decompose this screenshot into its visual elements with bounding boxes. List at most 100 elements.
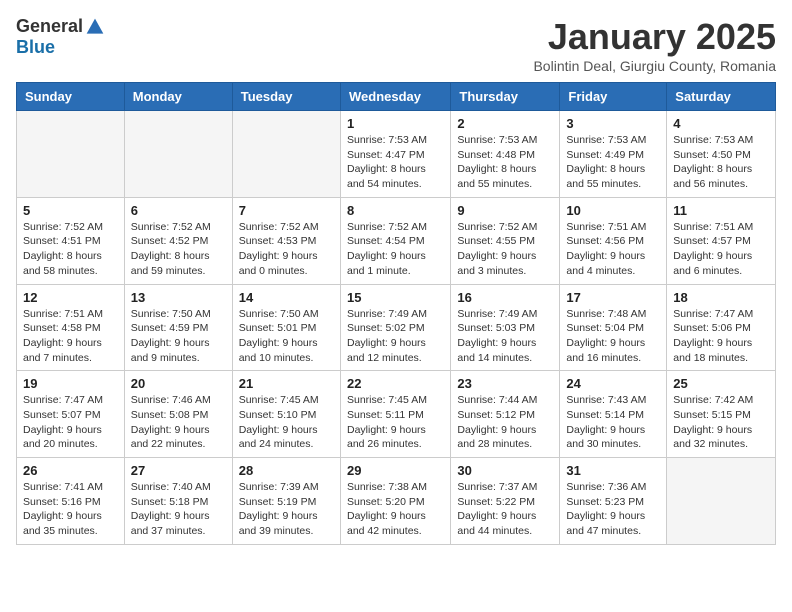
- calendar-cell: 16 Sunrise: 7:49 AM Sunset: 5:03 PM Dayli…: [451, 284, 560, 371]
- day-info: Sunrise: 7:52 AM Sunset: 4:55 PM Dayligh…: [457, 220, 553, 279]
- calendar-cell: 18Sunrise: 7:47 AM Sunset: 5:06 PM Dayli…: [667, 284, 776, 371]
- day-header-friday: Friday: [560, 83, 667, 111]
- day-info: Sunrise: 7:36 AM Sunset: 5:23 PM Dayligh…: [566, 480, 660, 539]
- calendar-header-row: SundayMondayTuesdayWednesdayThursdayFrid…: [17, 83, 776, 111]
- calendar-cell: 1 Sunrise: 7:53 AM Sunset: 4:47 PM Daylig…: [340, 111, 450, 198]
- day-info: Sunrise: 7:37 AM Sunset: 5:22 PM Dayligh…: [457, 480, 553, 539]
- logo-blue: Blue: [16, 37, 55, 58]
- day-number: 13: [131, 290, 226, 305]
- calendar-cell: 31 Sunrise: 7:36 AM Sunset: 5:23 PM Dayli…: [560, 458, 667, 545]
- day-number: 1: [347, 116, 444, 131]
- calendar-week-row: 1 Sunrise: 7:53 AM Sunset: 4:47 PM Daylig…: [17, 111, 776, 198]
- day-number: 29: [347, 463, 444, 478]
- day-number: 14: [239, 290, 334, 305]
- calendar-week-row: 19 Sunrise: 7:47 AM Sunset: 5:07 PM Dayli…: [17, 371, 776, 458]
- day-number: 22: [347, 376, 444, 391]
- calendar-cell: 7 Sunrise: 7:52 AM Sunset: 4:53 PM Daylig…: [232, 197, 340, 284]
- logo: General Blue: [16, 16, 105, 58]
- day-number: 25: [673, 376, 769, 391]
- day-number: 12: [23, 290, 118, 305]
- day-number: 27: [131, 463, 226, 478]
- day-info: Sunrise: 7:51 AM Sunset: 4:58 PM Dayligh…: [23, 307, 118, 366]
- calendar-cell: 26 Sunrise: 7:41 AM Sunset: 5:16 PM Dayli…: [17, 458, 125, 545]
- day-info: Sunrise: 7:46 AM Sunset: 5:08 PM Dayligh…: [131, 393, 226, 452]
- day-number: 2: [457, 116, 553, 131]
- day-info: Sunrise: 7:41 AM Sunset: 5:16 PM Dayligh…: [23, 480, 118, 539]
- calendar-cell: 8 Sunrise: 7:52 AM Sunset: 4:54 PM Daylig…: [340, 197, 450, 284]
- day-number: 21: [239, 376, 334, 391]
- day-number: 19: [23, 376, 118, 391]
- day-number: 10: [566, 203, 660, 218]
- calendar-week-row: 12 Sunrise: 7:51 AM Sunset: 4:58 PM Dayli…: [17, 284, 776, 371]
- calendar-cell: 4Sunrise: 7:53 AM Sunset: 4:50 PM Daylig…: [667, 111, 776, 198]
- day-info: Sunrise: 7:50 AM Sunset: 5:01 PM Dayligh…: [239, 307, 334, 366]
- day-info: Sunrise: 7:45 AM Sunset: 5:11 PM Dayligh…: [347, 393, 444, 452]
- day-info: Sunrise: 7:52 AM Sunset: 4:52 PM Dayligh…: [131, 220, 226, 279]
- day-info: Sunrise: 7:52 AM Sunset: 4:51 PM Dayligh…: [23, 220, 118, 279]
- location-title: Bolintin Deal, Giurgiu County, Romania: [533, 58, 776, 74]
- calendar-cell: 28 Sunrise: 7:39 AM Sunset: 5:19 PM Dayli…: [232, 458, 340, 545]
- calendar-cell: 10 Sunrise: 7:51 AM Sunset: 4:56 PM Dayli…: [560, 197, 667, 284]
- day-header-thursday: Thursday: [451, 83, 560, 111]
- day-number: 6: [131, 203, 226, 218]
- month-title: January 2025: [533, 16, 776, 58]
- day-number: 28: [239, 463, 334, 478]
- day-number: 31: [566, 463, 660, 478]
- calendar-week-row: 26 Sunrise: 7:41 AM Sunset: 5:16 PM Dayli…: [17, 458, 776, 545]
- day-info: Sunrise: 7:50 AM Sunset: 4:59 PM Dayligh…: [131, 307, 226, 366]
- calendar-cell: 23 Sunrise: 7:44 AM Sunset: 5:12 PM Dayli…: [451, 371, 560, 458]
- calendar-cell: 13 Sunrise: 7:50 AM Sunset: 4:59 PM Dayli…: [124, 284, 232, 371]
- day-number: 15: [347, 290, 444, 305]
- calendar-cell: 25 Sunrise: 7:42 AM Sunset: 5:15 PM Dayli…: [667, 371, 776, 458]
- calendar-cell: [232, 111, 340, 198]
- day-info: Sunrise: 7:53 AM Sunset: 4:47 PM Dayligh…: [347, 133, 444, 192]
- day-number: 26: [23, 463, 118, 478]
- day-number: 8: [347, 203, 444, 218]
- day-info: Sunrise: 7:39 AM Sunset: 5:19 PM Dayligh…: [239, 480, 334, 539]
- day-info: Sunrise: 7:43 AM Sunset: 5:14 PM Dayligh…: [566, 393, 660, 452]
- logo-icon: [85, 17, 105, 37]
- day-header-monday: Monday: [124, 83, 232, 111]
- day-info: Sunrise: 7:51 AM Sunset: 4:56 PM Dayligh…: [566, 220, 660, 279]
- calendar-cell: 20Sunrise: 7:46 AM Sunset: 5:08 PM Dayli…: [124, 371, 232, 458]
- day-number: 24: [566, 376, 660, 391]
- calendar-cell: 3Sunrise: 7:53 AM Sunset: 4:49 PM Daylig…: [560, 111, 667, 198]
- day-number: 11: [673, 203, 769, 218]
- day-number: 16: [457, 290, 553, 305]
- day-header-saturday: Saturday: [667, 83, 776, 111]
- calendar-week-row: 5Sunrise: 7:52 AM Sunset: 4:51 PM Daylig…: [17, 197, 776, 284]
- calendar-cell: 30 Sunrise: 7:37 AM Sunset: 5:22 PM Dayli…: [451, 458, 560, 545]
- day-info: Sunrise: 7:44 AM Sunset: 5:12 PM Dayligh…: [457, 393, 553, 452]
- calendar-cell: [667, 458, 776, 545]
- calendar-cell: 24 Sunrise: 7:43 AM Sunset: 5:14 PM Dayli…: [560, 371, 667, 458]
- day-header-tuesday: Tuesday: [232, 83, 340, 111]
- day-info: Sunrise: 7:52 AM Sunset: 4:53 PM Dayligh…: [239, 220, 334, 279]
- day-number: 30: [457, 463, 553, 478]
- calendar-cell: [124, 111, 232, 198]
- day-info: Sunrise: 7:38 AM Sunset: 5:20 PM Dayligh…: [347, 480, 444, 539]
- calendar-cell: 11Sunrise: 7:51 AM Sunset: 4:57 PM Dayli…: [667, 197, 776, 284]
- day-info: Sunrise: 7:52 AM Sunset: 4:54 PM Dayligh…: [347, 220, 444, 279]
- day-info: Sunrise: 7:53 AM Sunset: 4:48 PM Dayligh…: [457, 133, 553, 192]
- calendar-cell: 6 Sunrise: 7:52 AM Sunset: 4:52 PM Daylig…: [124, 197, 232, 284]
- day-info: Sunrise: 7:42 AM Sunset: 5:15 PM Dayligh…: [673, 393, 769, 452]
- calendar-cell: 29 Sunrise: 7:38 AM Sunset: 5:20 PM Dayli…: [340, 458, 450, 545]
- day-number: 7: [239, 203, 334, 218]
- page-header: General Blue January 2025 Bolintin Deal,…: [16, 16, 776, 74]
- day-info: Sunrise: 7:40 AM Sunset: 5:18 PM Dayligh…: [131, 480, 226, 539]
- logo-general: General: [16, 16, 83, 37]
- day-info: Sunrise: 7:49 AM Sunset: 5:03 PM Dayligh…: [457, 307, 553, 366]
- day-number: 9: [457, 203, 553, 218]
- day-number: 23: [457, 376, 553, 391]
- day-info: Sunrise: 7:53 AM Sunset: 4:49 PM Dayligh…: [566, 133, 660, 192]
- day-number: 17: [566, 290, 660, 305]
- day-header-sunday: Sunday: [17, 83, 125, 111]
- day-info: Sunrise: 7:47 AM Sunset: 5:07 PM Dayligh…: [23, 393, 118, 452]
- day-info: Sunrise: 7:49 AM Sunset: 5:02 PM Dayligh…: [347, 307, 444, 366]
- title-section: January 2025 Bolintin Deal, Giurgiu Coun…: [533, 16, 776, 74]
- day-header-wednesday: Wednesday: [340, 83, 450, 111]
- day-info: Sunrise: 7:48 AM Sunset: 5:04 PM Dayligh…: [566, 307, 660, 366]
- day-number: 4: [673, 116, 769, 131]
- day-info: Sunrise: 7:47 AM Sunset: 5:06 PM Dayligh…: [673, 307, 769, 366]
- calendar-cell: 19 Sunrise: 7:47 AM Sunset: 5:07 PM Dayli…: [17, 371, 125, 458]
